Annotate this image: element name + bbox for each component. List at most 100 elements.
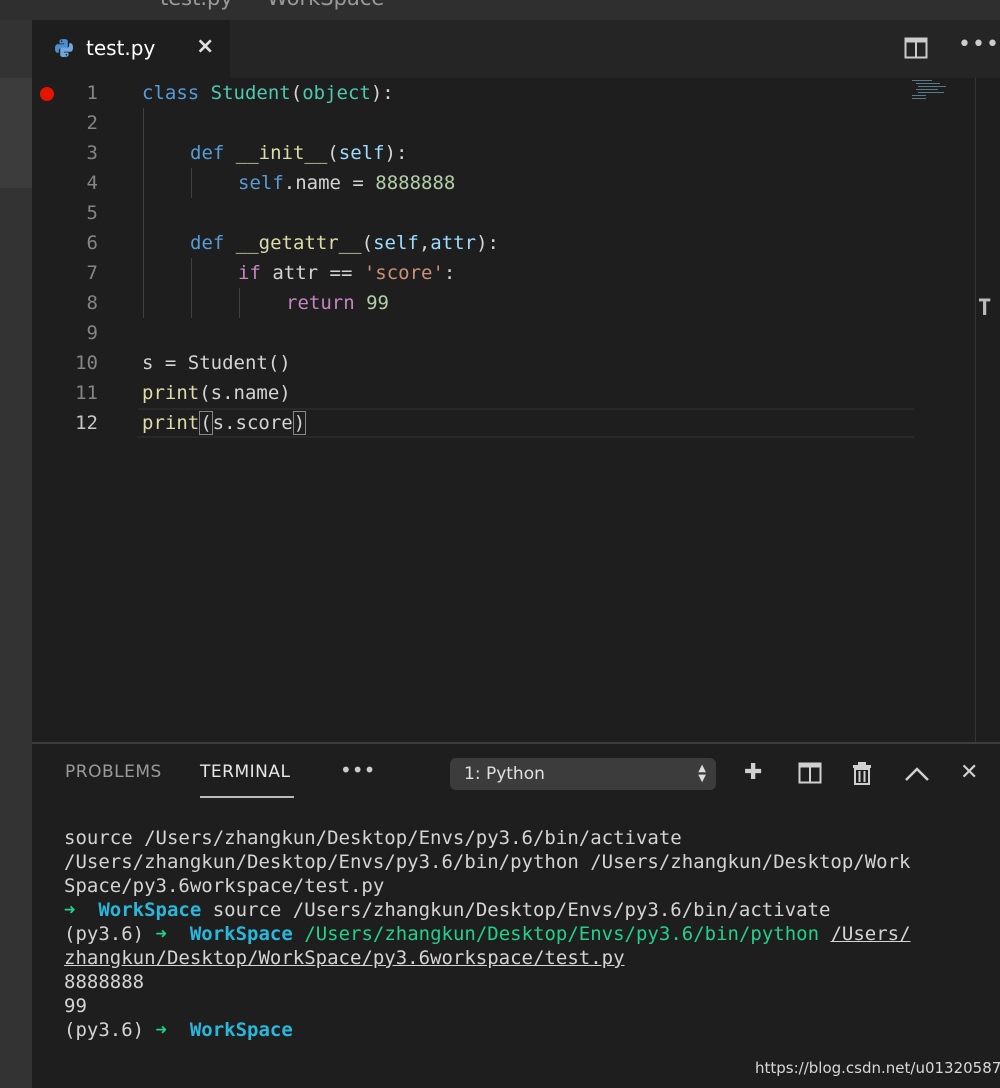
- prompt-dir: WorkSpace: [189, 1019, 293, 1041]
- code-line: self.name = 8888888: [238, 168, 455, 198]
- activity-bar: [0, 20, 32, 1088]
- prompt-env: (py3.6): [64, 923, 156, 945]
- close-icon[interactable]: ×: [196, 34, 214, 59]
- line-number: 10: [75, 352, 98, 374]
- code-line-current: print(s.score): [142, 408, 307, 438]
- code-token: (: [290, 82, 303, 104]
- matching-bracket: (: [199, 411, 213, 435]
- prompt-arrow-icon: ➜: [64, 899, 76, 921]
- code-editor[interactable]: 1 2 3 4 5 6 7 8 9 10 11 12 class Student…: [32, 78, 1000, 742]
- minimap[interactable]: [912, 78, 952, 108]
- line-number: 7: [86, 262, 98, 284]
- close-panel-icon[interactable]: ✕: [960, 760, 978, 785]
- maximize-panel-icon[interactable]: [904, 766, 930, 782]
- code-line: print(s.name): [142, 378, 291, 408]
- split-editor-icon[interactable]: [904, 37, 928, 59]
- terminal-select-value: 1: Python: [464, 764, 545, 784]
- code-token: s.score: [212, 412, 293, 434]
- line-number: 3: [86, 142, 98, 164]
- editor-scrollbar-track[interactable]: [975, 78, 976, 742]
- line-number: 4: [86, 172, 98, 194]
- prompt-arrow-icon: ➜: [155, 1019, 167, 1041]
- split-terminal-icon[interactable]: [798, 762, 822, 784]
- terminal-line: source /Users/zhangkun/Desktop/Envs/py3.…: [64, 827, 682, 849]
- bottom-panel: PROBLEMS TERMINAL ••• 1: Python ▲ ▼ ✚ ✕ s…: [32, 742, 1000, 1088]
- code-token: ):: [476, 232, 499, 254]
- code-token: __init__: [235, 142, 328, 164]
- terminal-line: /Users/zhangkun/Desktop/Envs/py3.6/bin/p…: [64, 851, 911, 873]
- code-token: Student: [210, 82, 291, 104]
- text-cursor-icon: T: [978, 296, 992, 321]
- terminal-line: 99: [64, 995, 87, 1017]
- code-token: ,: [418, 232, 431, 254]
- code-token: (: [327, 142, 339, 164]
- tab-test-py[interactable]: test.py ×: [32, 20, 230, 78]
- code-token: :: [443, 262, 456, 284]
- code-token: (s.name): [199, 382, 291, 404]
- code-token: return: [286, 292, 355, 314]
- code-token: if: [238, 262, 261, 284]
- terminal-line: zhangkun/Desktop/WorkSpace/py3.6workspac…: [64, 946, 911, 970]
- code-token: ):: [370, 82, 394, 104]
- code-token: s = Student(): [142, 352, 291, 374]
- code-line: return 99: [286, 288, 389, 318]
- line-number-current: 12: [75, 412, 98, 434]
- prompt-dir: WorkSpace: [98, 899, 202, 921]
- code-token: print: [142, 382, 200, 404]
- line-number: 9: [86, 322, 98, 344]
- code-line: s = Student(): [142, 348, 291, 378]
- terminal-select[interactable]: 1: Python ▲ ▼: [450, 758, 716, 790]
- code-token: __getattr__: [235, 232, 362, 254]
- add-terminal-icon[interactable]: ✚: [744, 760, 762, 785]
- code-token: 'score': [363, 262, 444, 284]
- terminal-line: 8888888: [64, 971, 145, 993]
- line-number: 1: [86, 82, 98, 104]
- terminal-command: source /Users/zhangkun/Desktop/Envs/py3.…: [201, 899, 831, 921]
- line-number: 11: [75, 382, 98, 404]
- code-token: self: [338, 142, 385, 164]
- window-title: test.py — WorkSpace: [160, 0, 384, 10]
- terminal-line: Space/py3.6workspace/test.py: [64, 875, 385, 897]
- code-token: def: [190, 232, 225, 254]
- prompt-env: (py3.6): [64, 1019, 156, 1041]
- terminal-line: (py3.6) ➜ WorkSpace: [64, 1018, 911, 1042]
- line-number: 5: [86, 202, 98, 224]
- trash-icon[interactable]: [852, 761, 872, 785]
- prompt-dir: WorkSpace: [189, 923, 293, 945]
- breakpoint-icon[interactable]: [40, 87, 54, 101]
- editor-tab-bar: test.py × •••: [32, 20, 1000, 78]
- activity-bar-active-item[interactable]: [0, 78, 32, 188]
- line-number: 8: [86, 292, 98, 314]
- code-token: (: [361, 232, 374, 254]
- matching-bracket: ): [292, 411, 307, 435]
- code-line: def __init__(self):: [190, 138, 407, 168]
- terminal-output[interactable]: source /Users/zhangkun/Desktop/Envs/py3.…: [64, 826, 911, 1042]
- python-file-icon: [55, 39, 73, 57]
- watermark: https://blog.csdn.net/u013205877: [755, 1059, 1000, 1077]
- prompt-arrow-icon: ➜: [155, 923, 167, 945]
- title-bar: test.py — WorkSpace: [0, 0, 1000, 20]
- terminal-line: ➜ WorkSpace source /Users/zhangkun/Deskt…: [64, 898, 911, 922]
- terminal-command: /Users/zhangkun/Desktop/Envs/py3.6/bin/p…: [304, 923, 820, 945]
- code-token: self: [373, 232, 419, 254]
- code-token: ):: [384, 142, 408, 164]
- tab-label: test.py: [86, 36, 156, 60]
- tab-problems[interactable]: PROBLEMS: [65, 762, 162, 782]
- tab-terminal[interactable]: TERMINAL: [200, 762, 290, 782]
- indent-guide: [191, 168, 192, 198]
- more-actions-icon[interactable]: •••: [340, 758, 375, 782]
- more-actions-icon[interactable]: •••: [958, 32, 1000, 57]
- indent-guide: [239, 288, 240, 318]
- code-line: def __getattr__(self,attr):: [190, 228, 499, 258]
- terminal-path-link[interactable]: /Users/: [830, 923, 910, 945]
- code-token: 8888888: [375, 172, 456, 194]
- terminal-path-link[interactable]: zhangkun/Desktop/WorkSpace/py3.6workspac…: [64, 947, 625, 969]
- line-number-gutter[interactable]: 1 2 3 4 5 6 7 8 9 10 11 12: [32, 78, 142, 742]
- select-arrows-icon: ▲ ▼: [698, 763, 706, 784]
- code-token: self: [238, 172, 284, 194]
- active-tab-indicator: [200, 796, 294, 798]
- code-token: .name =: [283, 172, 376, 194]
